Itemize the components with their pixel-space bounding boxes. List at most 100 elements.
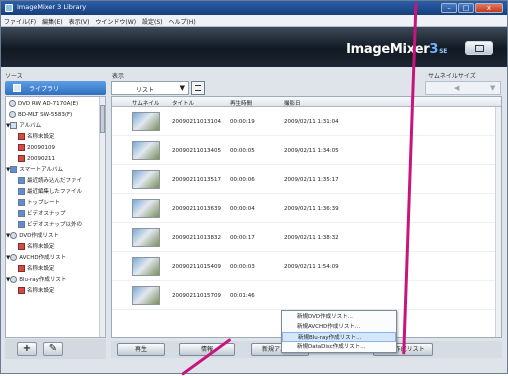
column-thumbnail[interactable]: サムネイル: [132, 99, 159, 107]
slider-right-icon[interactable]: ▼: [490, 84, 495, 92]
menu-item-new-dvd-list[interactable]: 新規DVD作成リスト...: [282, 312, 396, 322]
column-date[interactable]: 撮影日: [284, 99, 301, 107]
table-row[interactable]: 20090211013405 00:00:05 2009/02/11 1:34:05: [112, 136, 501, 165]
tools-button[interactable]: ✎: [43, 342, 63, 356]
tree-item-label: Blu-ray作成リスト: [19, 277, 67, 283]
list-icon: [18, 287, 25, 294]
row-date: 2009/02/11 1:35:17: [284, 177, 339, 183]
row-title: 20090211013104: [172, 119, 221, 125]
table-header: サムネイル タイトル 再生時間 撮影日: [112, 97, 501, 107]
source-tree: DVD RW AD-7170A(E) BD-MLT SW-5583(F) ▼ アル…: [5, 96, 106, 338]
tree-item[interactable]: DVD RW AD-7170A(E): [9, 99, 78, 110]
tree-item-label: 名称未設定: [27, 266, 55, 272]
tree-item[interactable]: 名称未設定: [18, 132, 55, 143]
tree-item[interactable]: ▼ スマートアルバム: [6, 165, 63, 176]
row-duration: 00:00:04: [230, 206, 255, 212]
tree-item[interactable]: 名称未設定: [18, 286, 55, 297]
row-duration: 00:00:17: [230, 235, 255, 241]
album-icon: [18, 155, 25, 162]
row-title: 20090211013517: [172, 177, 221, 183]
tree-item[interactable]: ビデオスナップ以外の: [18, 220, 82, 231]
brand-logo: ImageMixer3SE: [346, 42, 447, 57]
tree-item-label: DVD作成リスト: [19, 233, 59, 239]
tree-item[interactable]: 最近読み込んだファイ: [18, 176, 82, 187]
table-row[interactable]: 20090211013104 00:00:19 2009/02/11 1:31:04: [112, 107, 501, 136]
tree-item-label: 名称未設定: [27, 244, 55, 250]
tree-item[interactable]: ▼ アルバム: [6, 121, 41, 132]
play-button[interactable]: 再生: [117, 343, 165, 356]
library-tab-label: ライブラリ: [29, 86, 60, 93]
smart-album-icon: [18, 188, 25, 195]
view-mode-dropdown[interactable]: リスト ▼: [111, 81, 189, 95]
tree-item[interactable]: トップレート: [18, 198, 60, 209]
add-button[interactable]: +: [17, 342, 37, 356]
create-list-menu: 新規DVD作成リスト... 新規AVCHD作成リスト... 新規Blu-ray作…: [281, 310, 397, 353]
video-thumbnail: [132, 141, 160, 160]
smart-album-icon: [18, 210, 25, 217]
video-thumbnail: [132, 170, 160, 189]
close-button[interactable]: x: [475, 3, 503, 13]
app-icon: [5, 4, 13, 12]
view-mode-value: リスト: [136, 87, 155, 94]
row-date: 2009/02/11 1:31:04: [284, 119, 339, 125]
tree-item[interactable]: 名称未設定: [18, 242, 55, 253]
table-row[interactable]: 20090211013832 00:00:17 2009/02/11 1:38:32: [112, 223, 501, 252]
row-title: 20090211015709: [172, 293, 221, 299]
video-thumbnail: [132, 199, 160, 218]
row-date: 2009/02/11 1:38:32: [284, 235, 339, 241]
tree-item[interactable]: ▼ DVD作成リスト: [6, 231, 59, 242]
smart-album-icon: [18, 221, 25, 228]
tree-item[interactable]: 名称未設定: [18, 264, 55, 275]
table-row[interactable]: 20090211015709 00:01:46: [112, 281, 501, 310]
row-duration: 00:00:05: [230, 148, 255, 154]
view-label: 表示: [112, 73, 125, 80]
list-icon: [18, 265, 25, 272]
thumbnail-size-slider[interactable]: ◀ ▼: [425, 81, 501, 95]
row-title: 20090211013405: [172, 148, 221, 154]
smart-album-icon: [10, 166, 18, 173]
row-date: 2009/02/11 1:54:09: [284, 264, 339, 270]
disc-icon: [9, 111, 16, 118]
menu-bar: ファイル(F) 編集(E) 表示(V) ウインドウ(W) 設定(S) ヘルプ(H): [1, 15, 507, 27]
row-date: 2009/02/11 1:36:39: [284, 206, 339, 212]
minimize-button[interactable]: –: [441, 3, 457, 13]
tree-item[interactable]: ▼ AVCHD作成リスト: [6, 253, 66, 264]
table-row[interactable]: 20090211015409 00:00:03 2009/02/11 1:54:09: [112, 252, 501, 281]
tree-item-label: 最近読み込んだファイ: [27, 178, 83, 184]
tree-item[interactable]: 20090109: [18, 143, 55, 154]
row-title: 20090211013639: [172, 206, 221, 212]
tree-item[interactable]: ▼ Blu-ray作成リスト: [6, 275, 66, 286]
library-tab[interactable]: ライブラリ: [5, 81, 106, 95]
avchd-icon: [10, 254, 18, 261]
menu-item-new-bluray-list[interactable]: 新規Blu-ray作成リスト...: [282, 332, 396, 342]
column-duration[interactable]: 再生時間: [230, 99, 252, 107]
folder-icon: [10, 122, 18, 129]
tree-item[interactable]: ビデオスナップ: [18, 209, 66, 220]
panel-icon: [475, 45, 484, 52]
table-scrollbar[interactable]: [495, 107, 501, 337]
table-row[interactable]: 20090211013639 00:00:04 2009/02/11 1:36:39: [112, 194, 501, 223]
video-thumbnail: [132, 286, 160, 305]
maximize-button[interactable]: □: [458, 3, 474, 13]
tree-item[interactable]: 最近編集したファイル: [18, 187, 82, 198]
tree-item-label: トップレート: [27, 200, 61, 206]
row-duration: 00:01:46: [230, 293, 255, 299]
row-title: 20090211015409: [172, 264, 221, 270]
tree-item[interactable]: BD-MLT SW-5583(F): [9, 110, 72, 121]
tree-item-label: 名称未設定: [27, 288, 55, 294]
bluray-icon: [10, 276, 18, 283]
menu-item-new-avchd-list[interactable]: 新規AVCHD作成リスト...: [282, 322, 396, 332]
tree-item-label: スマートアルバム: [19, 167, 64, 173]
tree-item-label: 20090109: [27, 145, 55, 151]
table-row[interactable]: 20090211013517 00:00:06 2009/02/11 1:35:17: [112, 165, 501, 194]
row-duration: 00:00:03: [230, 264, 255, 270]
column-title[interactable]: タイトル: [172, 99, 194, 107]
brand-name: ImageMixer: [346, 42, 430, 57]
panel-toggle-button[interactable]: [465, 41, 493, 55]
list-view-button[interactable]: [191, 81, 205, 95]
slider-left-icon[interactable]: ◀: [454, 84, 459, 92]
menu-item-new-datadisc-list[interactable]: 新規DataDisc作成リスト...: [282, 342, 396, 352]
tree-scrollbar[interactable]: [99, 97, 105, 337]
scroll-thumb[interactable]: [100, 105, 105, 133]
tree-item[interactable]: 20090211: [18, 154, 55, 165]
